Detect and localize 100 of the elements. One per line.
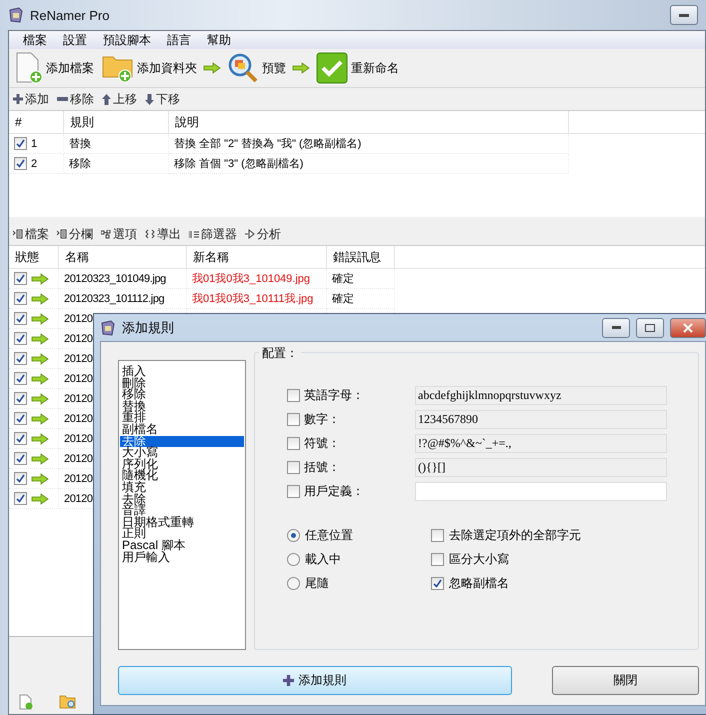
radio-label: 任意位置 — [305, 526, 353, 544]
radio-button[interactable] — [287, 576, 300, 590]
checkbox[interactable] — [14, 292, 27, 305]
checkbox[interactable] — [431, 528, 444, 542]
table-cell: 移除 — [64, 154, 169, 174]
checkbox[interactable] — [14, 312, 27, 325]
checkbox[interactable] — [14, 372, 27, 385]
checkbox[interactable] — [14, 332, 27, 345]
checkbox[interactable] — [14, 157, 27, 170]
menu-item[interactable]: 語言 — [159, 31, 199, 49]
checkbox[interactable] — [14, 432, 27, 445]
toolbar-button[interactable]: 篩選器 — [189, 226, 237, 242]
checkbox-label: 括號： — [304, 458, 340, 476]
arrow-icon — [203, 62, 221, 74]
menu-item[interactable]: 幫助 — [199, 31, 239, 49]
status-arrow-icon — [31, 472, 49, 484]
checkbox-label: 英語字母： — [304, 386, 364, 404]
column-header[interactable]: 錯誤訊息 — [327, 246, 395, 268]
status-arrow-icon — [31, 492, 49, 504]
down-arrow-icon — [145, 94, 154, 104]
checkbox[interactable] — [14, 472, 27, 485]
list-item[interactable]: 日期格式重轉 — [120, 516, 244, 528]
maximize-icon — [645, 324, 655, 332]
arrow-icon — [292, 62, 310, 74]
toolbar-button[interactable]: 添加檔案 — [13, 52, 96, 84]
folder-search-icon[interactable] — [59, 694, 77, 710]
toolbar-button[interactable]: 上移 — [102, 90, 137, 108]
column-header[interactable]: 新名稱 — [187, 246, 327, 268]
toolbar-button[interactable]: 下移 — [145, 90, 180, 108]
checkbox[interactable] — [431, 552, 444, 566]
table-cell: 替換 全部 "2" 替換為 "我" (忽略副檔名) — [169, 134, 569, 154]
status-arrow-icon — [31, 292, 49, 304]
checkmark-icon — [316, 52, 348, 84]
input-field[interactable]: (){}[] — [415, 458, 667, 476]
row-number: 1 — [31, 138, 38, 150]
magnifier-icon — [227, 52, 259, 84]
list-item[interactable]: 去除 — [120, 436, 244, 448]
maximize-button[interactable] — [636, 318, 664, 338]
checkbox[interactable] — [14, 412, 27, 425]
checkbox[interactable] — [287, 460, 300, 474]
input-field[interactable]: abcdefghijklmnopqrstuvwxyz — [415, 386, 667, 404]
toolbar-button[interactable]: 移除 — [57, 90, 94, 108]
toolbar-button[interactable]: 分欄 — [57, 226, 93, 242]
table-cell: 確定 — [327, 269, 395, 289]
toolbar-button[interactable]: 重新命名 — [314, 52, 401, 84]
status-arrow-icon — [31, 352, 49, 364]
list-item[interactable]: 正則 — [120, 528, 244, 540]
checkbox[interactable] — [14, 137, 27, 150]
toolbar-button[interactable]: 分析 — [245, 226, 281, 242]
checkbox[interactable] — [431, 576, 444, 590]
checkbox[interactable] — [14, 452, 27, 465]
checkbox[interactable] — [287, 388, 300, 402]
status-arrow-icon — [31, 392, 49, 404]
close-icon — [683, 322, 693, 332]
file-add-icon[interactable] — [19, 694, 33, 710]
checkbox[interactable] — [287, 484, 300, 498]
column-header[interactable]: 狀態 — [9, 246, 59, 268]
checkbox[interactable] — [14, 492, 27, 505]
input-field[interactable]: 1234567890 — [415, 410, 667, 428]
toolbar-button[interactable]: 預覽 — [225, 52, 288, 84]
checkbox[interactable] — [14, 272, 27, 285]
radio-label: 尾隨 — [305, 574, 329, 592]
column-header[interactable]: 規則 — [64, 111, 169, 133]
add-rule-button[interactable]: 添加規則 — [118, 666, 512, 695]
app-icon — [100, 320, 116, 336]
play-icon — [245, 229, 255, 239]
menu-item[interactable]: 設置 — [55, 31, 95, 49]
menu-item[interactable]: 預設腳本 — [95, 31, 159, 49]
toolbar-button[interactable]: 添加資料夾 — [100, 53, 199, 83]
checkbox-label: 忽略副檔名 — [449, 574, 509, 592]
close-button[interactable] — [670, 318, 706, 338]
radio-button[interactable] — [287, 552, 300, 566]
plus-icon — [283, 675, 294, 686]
status-arrow-icon — [31, 432, 49, 444]
minus-icon — [57, 97, 68, 101]
file-add-icon — [15, 52, 43, 84]
column-header[interactable]: 名稱 — [59, 246, 187, 268]
toolbar-button[interactable]: 檔案 — [13, 226, 49, 242]
column-header[interactable]: 說明 — [169, 111, 569, 133]
checkbox[interactable] — [287, 436, 300, 450]
toolbar-button[interactable]: 選項 — [101, 226, 137, 242]
input-field[interactable] — [415, 482, 667, 500]
toolbar-button[interactable]: 添加 — [13, 90, 49, 108]
checkbox[interactable] — [14, 352, 27, 365]
status-arrow-icon — [31, 452, 49, 464]
toolbar-button[interactable]: 導出 — [145, 226, 181, 242]
close-dialog-button[interactable]: 關閉 — [552, 666, 699, 695]
minimize-button[interactable] — [602, 318, 630, 338]
minimize-button[interactable] — [670, 5, 698, 25]
checkbox[interactable] — [14, 392, 27, 405]
input-field[interactable]: !?@#$%^&~`_+=., — [415, 434, 667, 452]
table-cell: 我01我0我3_10111我.jpg — [187, 289, 327, 309]
menu-item[interactable]: 檔案 — [15, 31, 55, 49]
radio-button[interactable] — [287, 528, 300, 542]
list-item[interactable]: 用戶輸入 — [120, 552, 244, 564]
checkbox-label: 區分大小寫 — [449, 550, 509, 568]
list-item[interactable]: Pascal 腳本 — [120, 540, 244, 552]
checkbox[interactable] — [287, 412, 300, 426]
filter-icon — [189, 230, 199, 238]
column-header[interactable]: # — [9, 111, 64, 133]
